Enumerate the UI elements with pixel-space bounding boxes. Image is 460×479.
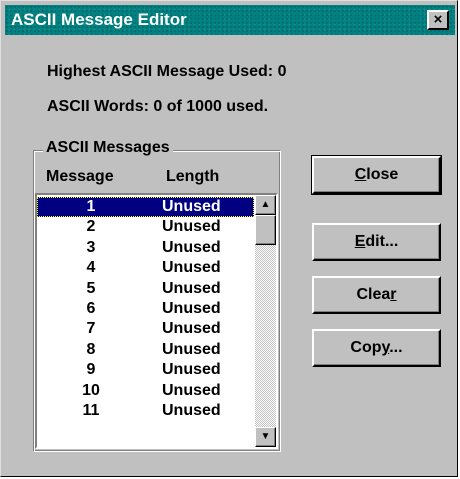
message-number: 3 [86,238,96,256]
message-length: Unused [162,381,221,399]
message-number: 10 [82,381,100,399]
close-icon: × [433,11,443,28]
groupbox-label: ASCII Messages [43,139,173,157]
highest-message-used-text: Highest ASCII Message Used: 0 [47,63,287,80]
message-number: 7 [86,320,96,338]
window-title: ASCII Message Editor [11,10,187,29]
close-button[interactable]: Close [311,155,442,195]
scroll-thumb[interactable] [255,215,276,245]
message-number: 1 [86,198,96,215]
title-bar[interactable]: ASCII Message Editor × [5,5,455,35]
vertical-scrollbar[interactable]: ▲ ▼ [255,195,276,447]
message-number: 11 [82,401,100,419]
message-number: 2 [86,218,96,236]
message-number: 9 [86,361,96,379]
list-item[interactable]: 4 Unused [37,258,254,278]
ascii-message-editor-dialog: ASCII Message Editor × Highest ASCII Mes… [0,0,458,477]
list-item[interactable]: 6 Unused [37,299,254,319]
window-close-button[interactable]: × [427,10,449,30]
list-item[interactable]: 5 Unused [37,279,254,299]
scroll-down-button[interactable]: ▼ [255,427,276,447]
scroll-up-button[interactable]: ▲ [255,195,276,215]
column-header-length: Length [166,168,220,185]
list-item[interactable]: 7 Unused [37,319,254,339]
message-number: 8 [86,340,96,358]
clear-button[interactable]: Clear [312,276,441,314]
message-length: Unused [162,259,221,277]
message-length: Unused [162,279,221,297]
message-length: Unused [162,320,221,338]
triangle-down-icon: ▼ [260,431,271,442]
list-item[interactable]: 8 Unused [37,340,254,360]
list-item[interactable]: 3 Unused [37,238,254,258]
list-item[interactable]: 11 Unused [37,401,254,421]
ascii-words-used-text: ASCII Words: 0 of 1000 used. [47,98,269,115]
message-length: Unused [162,198,221,215]
column-header-message: Message [46,168,114,185]
message-length: Unused [162,299,221,317]
message-length: Unused [162,340,221,358]
list-item[interactable]: 2 Unused [37,217,254,237]
message-number: 4 [86,259,96,277]
message-number: 6 [86,299,96,317]
messages-listbox[interactable]: 1 Unused 2 Unused 3 Unused 4 Unused 5 Unused 6 Unus… [35,193,278,449]
message-length: Unused [162,218,221,236]
list-item[interactable]: 10 Unused [37,381,254,401]
message-number: 5 [86,279,96,297]
message-length: Unused [162,401,221,419]
copy-button[interactable]: Copy... [312,329,441,367]
messages-list: 1 Unused 2 Unused 3 Unused 4 Unused 5 Unused 6 Unus… [37,197,254,421]
triangle-up-icon: ▲ [260,199,271,210]
list-item[interactable]: 9 Unused [37,360,254,380]
edit-button[interactable]: Edit... [312,223,441,261]
message-length: Unused [162,361,221,379]
list-item[interactable]: 1 Unused [37,197,254,218]
message-length: Unused [162,238,221,256]
